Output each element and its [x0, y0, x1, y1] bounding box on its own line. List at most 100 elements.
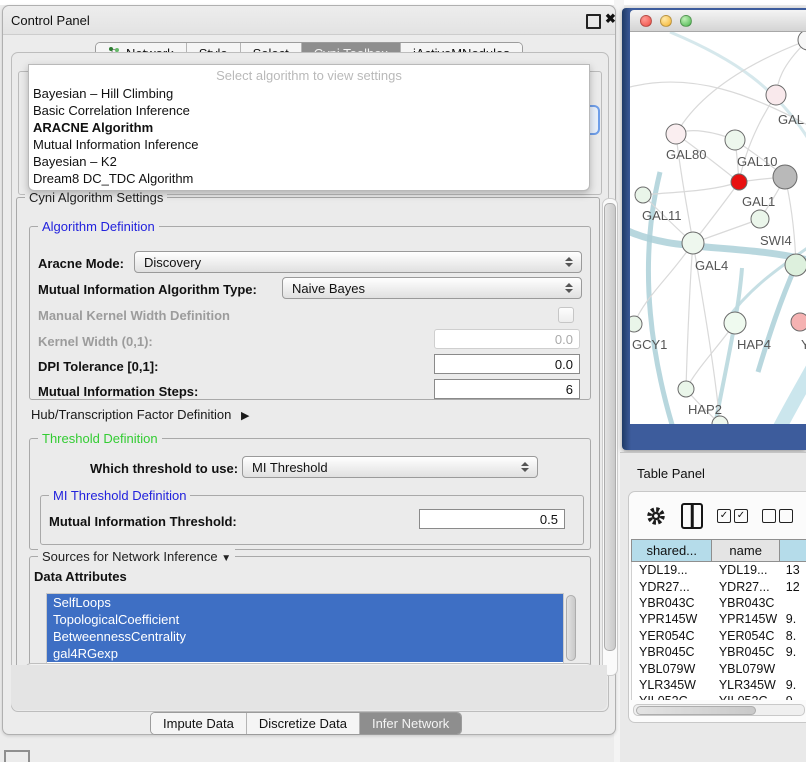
close-traffic-light[interactable]: [640, 15, 652, 27]
table-cell[interactable]: YLR345W: [632, 678, 712, 692]
background-window-fragment: [4, 750, 30, 762]
dropdown-item-aracne-algorithm[interactable]: ARACNE Algorithm: [29, 119, 589, 136]
node-label: GAL10: [737, 154, 777, 169]
table-cell[interactable]: YBL079W: [632, 662, 712, 676]
network-node-swi4[interactable]: [751, 210, 769, 228]
column-header-extra[interactable]: [779, 539, 806, 562]
table-cell[interactable]: YBR043C: [712, 596, 779, 610]
minimize-traffic-light[interactable]: [660, 15, 672, 27]
network-node-gcy1[interactable]: [630, 316, 642, 332]
network-node-hap2[interactable]: [678, 381, 694, 397]
table-row[interactable]: YBR045CYBR045C9.: [632, 644, 806, 660]
float-icon[interactable]: [586, 14, 601, 29]
table-cell[interactable]: YBR045C: [712, 645, 779, 659]
which-threshold-combo[interactable]: MI Threshold: [242, 456, 538, 478]
table-cell[interactable]: 13: [779, 563, 806, 577]
manual-kernel-checkbox[interactable]: [558, 307, 574, 323]
network-node-gal1[interactable]: [731, 174, 747, 190]
network-node-y[interactable]: [791, 313, 806, 331]
network-node-gal[interactable]: [766, 85, 786, 105]
attribute-item-betweennesscentrality[interactable]: BetweennessCentrality: [47, 628, 563, 645]
network-node-gal80[interactable]: [666, 124, 686, 144]
table-row[interactable]: YIL052CYIL052C9: [632, 693, 806, 700]
table-row[interactable]: YLR345WYLR345W9.: [632, 677, 806, 693]
columns-icon[interactable]: [681, 503, 703, 529]
table-cell[interactable]: 9.: [779, 612, 806, 626]
network-node[interactable]: [773, 165, 797, 189]
attribute-item-selfloops[interactable]: SelfLoops: [47, 594, 563, 611]
dpi-tolerance-input[interactable]: 0.0: [434, 354, 580, 374]
table-cell[interactable]: YER054C: [712, 629, 779, 643]
network-node-hap4[interactable]: [724, 312, 746, 334]
control-panel-window: Control Panel ✖ NetworkStyleSelectCyni T…: [2, 5, 616, 735]
mi-steps-input[interactable]: 6: [434, 379, 580, 399]
kernel-width-input[interactable]: 0.0: [434, 329, 580, 349]
tab-impute-data[interactable]: Impute Data: [151, 713, 247, 734]
dropdown-item-mutual-information-inference[interactable]: Mutual Information Inference: [29, 136, 589, 153]
zoom-traffic-light[interactable]: [680, 15, 692, 27]
table-row[interactable]: YER054CYER054C8.: [632, 628, 806, 644]
network-window-titlebar[interactable]: [630, 10, 806, 32]
table-cell[interactable]: YBL079W: [712, 662, 779, 676]
control-panel-titlebar[interactable]: Control Panel ✖: [3, 6, 615, 35]
attribute-item-gal4rgexp[interactable]: gal4RGexp: [47, 645, 563, 662]
network-graph[interactable]: GALGAL80GAL10GAL1GAL11SWI4GAL4GCY1HAP4YH…: [630, 32, 806, 424]
network-node[interactable]: [785, 254, 806, 276]
table-cell[interactable]: YBR043C: [632, 596, 712, 610]
network-node[interactable]: [798, 32, 806, 50]
table-cell[interactable]: YDL19...: [712, 563, 779, 577]
network-node-gal11[interactable]: [635, 187, 651, 203]
table-cell[interactable]: YDR27...: [712, 580, 779, 594]
attributes-scrollbar[interactable]: [566, 595, 575, 661]
table-cell[interactable]: YLR345W: [712, 678, 779, 692]
table-cell[interactable]: 8.: [779, 629, 806, 643]
dropdown-item-dream8-dc-tdc-algorithm[interactable]: Dream8 DC_TDC Algorithm: [29, 170, 589, 187]
table-scrollbar-thumb[interactable]: [636, 706, 756, 715]
table-row[interactable]: YBR043CYBR043C: [632, 595, 806, 611]
network-node[interactable]: [712, 416, 728, 424]
table-cell[interactable]: YPR145W: [632, 612, 712, 626]
table-cell[interactable]: 9: [779, 694, 806, 700]
table-cell[interactable]: YPR145W: [712, 612, 779, 626]
table-cell[interactable]: YDR27...: [632, 580, 712, 594]
attribute-item-topologicalcoefficient[interactable]: TopologicalCoefficient: [47, 611, 563, 628]
aracne-mode-combo[interactable]: Discovery: [134, 251, 582, 273]
attributes-scrollbar-thumb[interactable]: [566, 595, 576, 661]
hub-factor-expander[interactable]: Hub/Transcription Factor Definition ▶: [31, 407, 249, 422]
dropdown-item-bayesian-k2[interactable]: Bayesian – K2: [29, 153, 589, 170]
mi-type-combo[interactable]: Naive Bayes: [282, 277, 582, 299]
network-node-gal4[interactable]: [682, 232, 704, 254]
tab-infer-network[interactable]: Infer Network: [360, 713, 461, 734]
table-cell[interactable]: 9.: [779, 645, 806, 659]
dropdown-item-bayesian-hill-climbing[interactable]: Bayesian – Hill Climbing: [29, 85, 589, 102]
network-node-gal10[interactable]: [725, 130, 745, 150]
column-header-name[interactable]: name: [711, 539, 778, 562]
table-row[interactable]: YBL079WYBL079W: [632, 660, 806, 676]
table-cell[interactable]: YIL052C: [712, 694, 779, 700]
chevron-down-icon[interactable]: ▼: [221, 553, 231, 564]
gear-icon[interactable]: [645, 505, 667, 527]
table-row[interactable]: YPR145WYPR145W9.: [632, 611, 806, 627]
tab-discretize-data[interactable]: Discretize Data: [247, 713, 360, 734]
network-canvas[interactable]: GALGAL80GAL10GAL1GAL11SWI4GAL4GCY1HAP4YH…: [630, 32, 806, 424]
settings-scrollbar-thumb[interactable]: [604, 203, 616, 651]
table-cell[interactable]: YDL19...: [632, 563, 712, 577]
mi-threshold-input[interactable]: 0.5: [419, 509, 565, 529]
table-cell[interactable]: YER054C: [632, 629, 712, 643]
select-all-checkboxes-icon[interactable]: ✓ ✓: [717, 509, 748, 523]
table-row[interactable]: YDL19...YDL19...13: [632, 562, 806, 578]
table-horizontal-scrollbar[interactable]: [633, 704, 805, 716]
table-cell[interactable]: 9.: [779, 678, 806, 692]
dropdown-item-basic-correlation-inference[interactable]: Basic Correlation Inference: [29, 102, 589, 119]
close-icon[interactable]: ✖: [605, 11, 616, 22]
clear-checkboxes-icon[interactable]: [762, 509, 793, 523]
table-cell[interactable]: YBR045C: [632, 645, 712, 659]
table-cell[interactable]: 12: [779, 580, 806, 594]
column-header-shared[interactable]: shared...: [631, 539, 711, 562]
cyni-algorithm-settings-group: Cyni Algorithm Settings Algorithm Defini…: [16, 197, 600, 677]
table-row[interactable]: YDR27...YDR27...12: [632, 578, 806, 594]
sources-title-text: Sources for Network Inference: [42, 549, 218, 564]
data-attributes-list[interactable]: SelfLoopsTopologicalCoefficientBetweenne…: [46, 593, 564, 665]
settings-scrollbar[interactable]: [602, 198, 618, 676]
table-cell[interactable]: YIL052C: [632, 694, 712, 700]
